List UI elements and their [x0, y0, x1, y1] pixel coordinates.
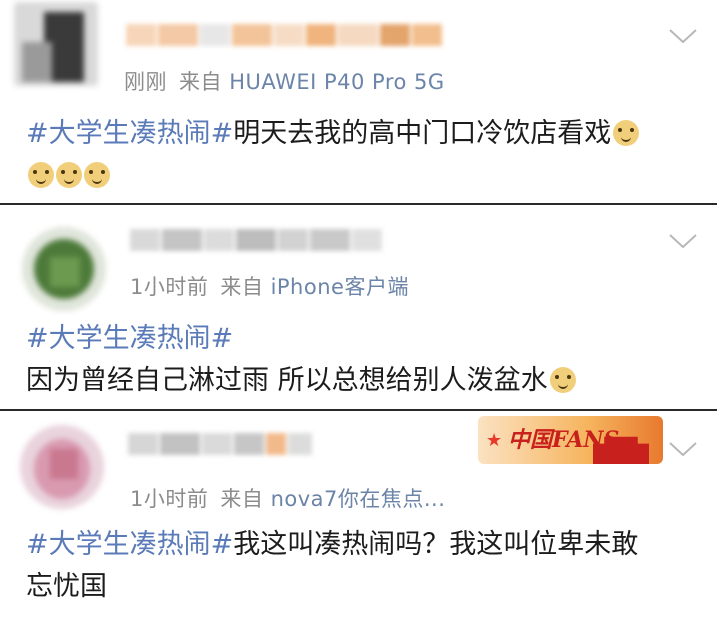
- post-content-line2: 忘忧国: [26, 571, 107, 602]
- doge-emoji-icon: [84, 162, 110, 188]
- post-card-1[interactable]: 刚刚 来自 HUAWEI P40 Pro 5G #大学生凑热闹#明天去我的高中门口…: [0, 0, 717, 203]
- post-content: 明天去我的高中门口冷饮店看戏: [233, 118, 612, 149]
- avatar[interactable]: [14, 2, 98, 86]
- topic-tag[interactable]: #大学生凑热闹#: [26, 118, 233, 149]
- post-text: 因为曾经自己淋过雨 所以总想给别人泼盆水: [26, 361, 576, 401]
- chevron-down-icon[interactable]: [668, 439, 698, 459]
- username-pixelated[interactable]: [126, 20, 442, 50]
- from-label: 来自: [220, 275, 264, 299]
- avatar[interactable]: [22, 227, 106, 311]
- post-time: 刚刚: [124, 70, 167, 94]
- post-content: 因为曾经自己淋过雨 所以总想给别人泼盆水: [26, 365, 548, 396]
- chevron-down-icon[interactable]: [668, 231, 698, 251]
- username-pixelated[interactable]: [128, 429, 312, 459]
- post-text: #大学生凑热闹#我这叫凑热闹吗？我这叫位卑未敢: [26, 525, 638, 565]
- post-topic-line: #大学生凑热闹#: [26, 319, 233, 359]
- avatar[interactable]: [20, 425, 104, 509]
- doge-emoji-icon: [549, 367, 576, 393]
- post-source[interactable]: iPhone客户端: [271, 275, 409, 299]
- star-icon: ★: [486, 430, 503, 451]
- post-meta: 刚刚 来自 HUAWEI P40 Pro 5G: [124, 66, 445, 96]
- post-time: 1小时前: [130, 275, 209, 299]
- post-card-2[interactable]: 1小时前 来自 iPhone客户端 #大学生凑热闹# 因为曾经自己淋过雨 所以总想…: [0, 205, 717, 409]
- from-label: 来自: [220, 487, 264, 511]
- post-source[interactable]: nova7你在焦点...: [271, 487, 446, 511]
- username-pixelated[interactable]: [130, 225, 382, 255]
- post-emoji-row: [26, 156, 110, 196]
- post-source[interactable]: HUAWEI P40 Pro 5G: [229, 70, 444, 94]
- doge-emoji-icon: [56, 162, 82, 188]
- chevron-down-icon[interactable]: [668, 26, 698, 46]
- doge-emoji-icon: [613, 120, 640, 146]
- post-text-continued: 忘忧国: [26, 567, 107, 607]
- post-content: 我这叫凑热闹吗？我这叫位卑未敢: [233, 529, 639, 560]
- topic-tag[interactable]: #大学生凑热闹#: [26, 323, 233, 354]
- post-meta: 1小时前 来自 nova7你在焦点...: [130, 483, 445, 513]
- topic-tag[interactable]: #大学生凑热闹#: [26, 529, 233, 560]
- from-label: 来自: [179, 70, 222, 94]
- post-time: 1小时前: [130, 487, 209, 511]
- doge-emoji-icon: [28, 162, 54, 188]
- post-meta: 1小时前 来自 iPhone客户端: [130, 271, 409, 301]
- post-text: #大学生凑热闹#明天去我的高中门口冷饮店看戏: [26, 114, 640, 154]
- china-fans-badge[interactable]: ★ 中国FANS: [478, 416, 663, 464]
